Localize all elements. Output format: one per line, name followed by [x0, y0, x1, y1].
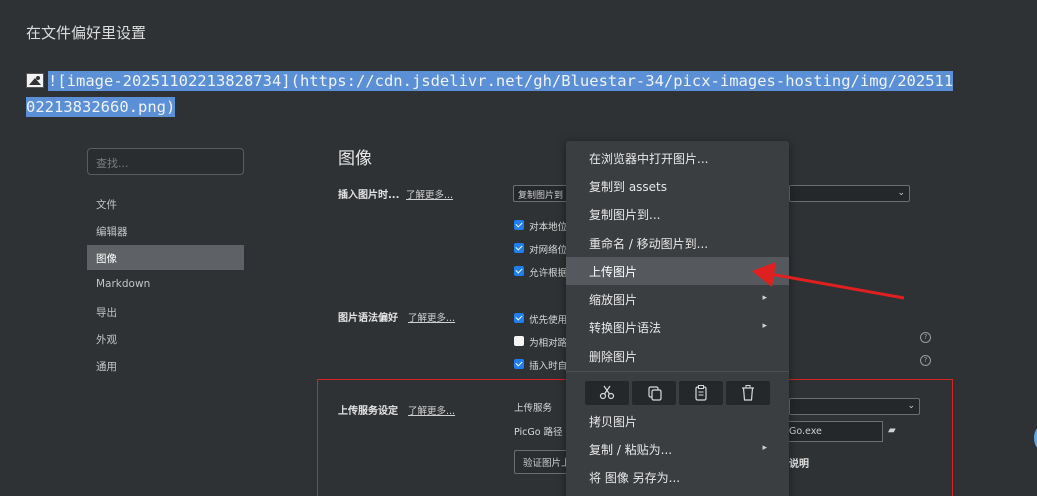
- markdown-image-text-1[interactable]: ![image-20251102213828734](https://cdn.j…: [48, 71, 954, 91]
- cut-button[interactable]: [585, 381, 629, 405]
- markdown-image-text-2[interactable]: 02213832660.png): [26, 97, 176, 117]
- sidebar-item-file[interactable]: 文件: [87, 191, 244, 216]
- submenu-arrow-icon: ▸: [762, 293, 767, 303]
- menu-item-copy-to-assets[interactable]: 复制到 assets: [566, 172, 789, 200]
- menu-item-zoom-image[interactable]: 缩放图片 ▸: [566, 285, 789, 313]
- picgo-path-input[interactable]: Go.exe: [783, 421, 883, 442]
- menu-item-label: 缩放图片: [589, 293, 638, 307]
- syntax-learn-more-link[interactable]: 了解更多...: [408, 310, 455, 324]
- checkbox-unchecked[interactable]: [514, 336, 524, 346]
- markdown-image-line-cont[interactable]: 02213832660.png): [26, 96, 176, 119]
- image-icon: [26, 73, 44, 88]
- insert-action-value: 复制图片到: [518, 191, 564, 201]
- checkbox-label: 为相对路: [529, 338, 568, 349]
- syntax-checkbox-row-3[interactable]: 插入时自: [514, 354, 567, 373]
- menu-item-rename-move[interactable]: 重命名 / 移动图片到...: [566, 229, 789, 257]
- checkbox-checked[interactable]: [514, 243, 524, 253]
- insert-checkbox-row-2[interactable]: 对网络位: [514, 238, 567, 257]
- checkbox-checked[interactable]: [514, 220, 524, 230]
- sidebar-item-markdown[interactable]: Markdown: [87, 272, 244, 297]
- trash-icon: [742, 385, 754, 401]
- insert-image-label: 插入图片时...: [338, 190, 400, 201]
- menu-separator: [566, 371, 789, 372]
- upload-service-settings-label: 上传服务设定: [338, 406, 398, 417]
- checkbox-label: 对本地位: [529, 222, 568, 233]
- insert-checkbox-row-3[interactable]: 允许根据: [514, 261, 567, 280]
- menu-item-copy-image[interactable]: 拷贝图片: [566, 407, 789, 435]
- sidebar-item-editor[interactable]: 编辑器: [87, 218, 244, 243]
- menu-item-convert-syntax[interactable]: 转换图片语法 ▸: [566, 313, 789, 341]
- menu-item-label: 复制 / 粘贴为...: [589, 443, 673, 457]
- submenu-arrow-icon: ▸: [762, 321, 767, 331]
- clipboard-icon: [695, 385, 707, 401]
- sidebar-item-appearance[interactable]: 外观: [87, 326, 244, 351]
- insert-action-select[interactable]: 复制图片到: [513, 185, 573, 202]
- checkbox-checked[interactable]: [514, 313, 524, 323]
- picgo-path-label: PicGo 路径: [514, 427, 563, 438]
- chevron-down-icon: ⌄: [897, 188, 905, 198]
- verify-upload-button[interactable]: 验证图片上: [514, 450, 570, 474]
- upload-doc-link[interactable]: 说明: [789, 455, 809, 470]
- scissors-icon: [599, 385, 615, 400]
- menu-item-label: 转换图片语法: [589, 321, 662, 335]
- menu-item-copy-paste-as[interactable]: 复制 / 粘贴为... ▸: [566, 435, 789, 463]
- upload-service-select[interactable]: ⌄: [789, 398, 920, 415]
- preferences-search-input[interactable]: 查找...: [87, 148, 244, 175]
- arrow-shaft: [769, 272, 905, 300]
- doc-heading: 在文件偏好里设置: [26, 24, 147, 42]
- checkbox-label: 对网络位: [529, 245, 568, 256]
- sidebar-item-image[interactable]: 图像: [87, 245, 244, 270]
- paste-button[interactable]: [679, 381, 723, 405]
- copy-icon: [648, 386, 662, 401]
- help-icon[interactable]: ?: [920, 332, 931, 343]
- markdown-image-line[interactable]: ![image-20251102213828734](https://cdn.j…: [26, 70, 954, 93]
- menu-item-save-image-as[interactable]: 将 图像 另存为...: [566, 463, 789, 491]
- page-title: 图像: [338, 149, 372, 169]
- menu-item-open-in-browser[interactable]: 在浏览器中打开图片...: [566, 144, 789, 172]
- checkbox-label: 允许根据: [529, 268, 568, 279]
- checkbox-checked[interactable]: [514, 359, 524, 369]
- menu-item-delete-image[interactable]: 删除图片: [566, 342, 789, 370]
- menu-item-copy-image-to[interactable]: 复制图片到...: [566, 200, 789, 228]
- insert-checkbox-row-1[interactable]: 对本地位: [514, 215, 567, 234]
- submenu-arrow-icon: ▸: [762, 443, 767, 453]
- checkbox-checked[interactable]: [514, 266, 524, 276]
- checkbox-label: 优先使用: [529, 315, 568, 326]
- copy-button[interactable]: [632, 381, 676, 405]
- picgo-path-value: Go.exe: [789, 426, 822, 437]
- upload-learn-more-link[interactable]: 了解更多...: [408, 403, 455, 417]
- chevron-down-icon: ⌄: [907, 401, 915, 411]
- insert-learn-more-link[interactable]: 了解更多...: [406, 187, 453, 201]
- help-icon[interactable]: ?: [920, 355, 931, 366]
- menu-item-upload-image[interactable]: 上传图片: [566, 257, 789, 285]
- upload-service-label: 上传服务: [514, 403, 553, 414]
- sidebar-item-export[interactable]: 导出: [87, 299, 244, 324]
- sidebar-item-general[interactable]: 通用: [87, 353, 244, 378]
- syntax-checkbox-row-2[interactable]: 为相对路: [514, 331, 567, 350]
- delete-button[interactable]: [726, 381, 770, 405]
- checkbox-label: 插入时自: [529, 361, 568, 372]
- syntax-preference-label: 图片语法偏好: [338, 313, 398, 324]
- folder-icon[interactable]: ▰: [888, 425, 896, 436]
- syntax-checkbox-row-1[interactable]: 优先使用: [514, 308, 567, 327]
- insert-action-select-tail[interactable]: ⌄: [789, 185, 910, 202]
- image-context-menu: 在浏览器中打开图片... 复制到 assets 复制图片到... 重命名 / 移…: [566, 141, 789, 496]
